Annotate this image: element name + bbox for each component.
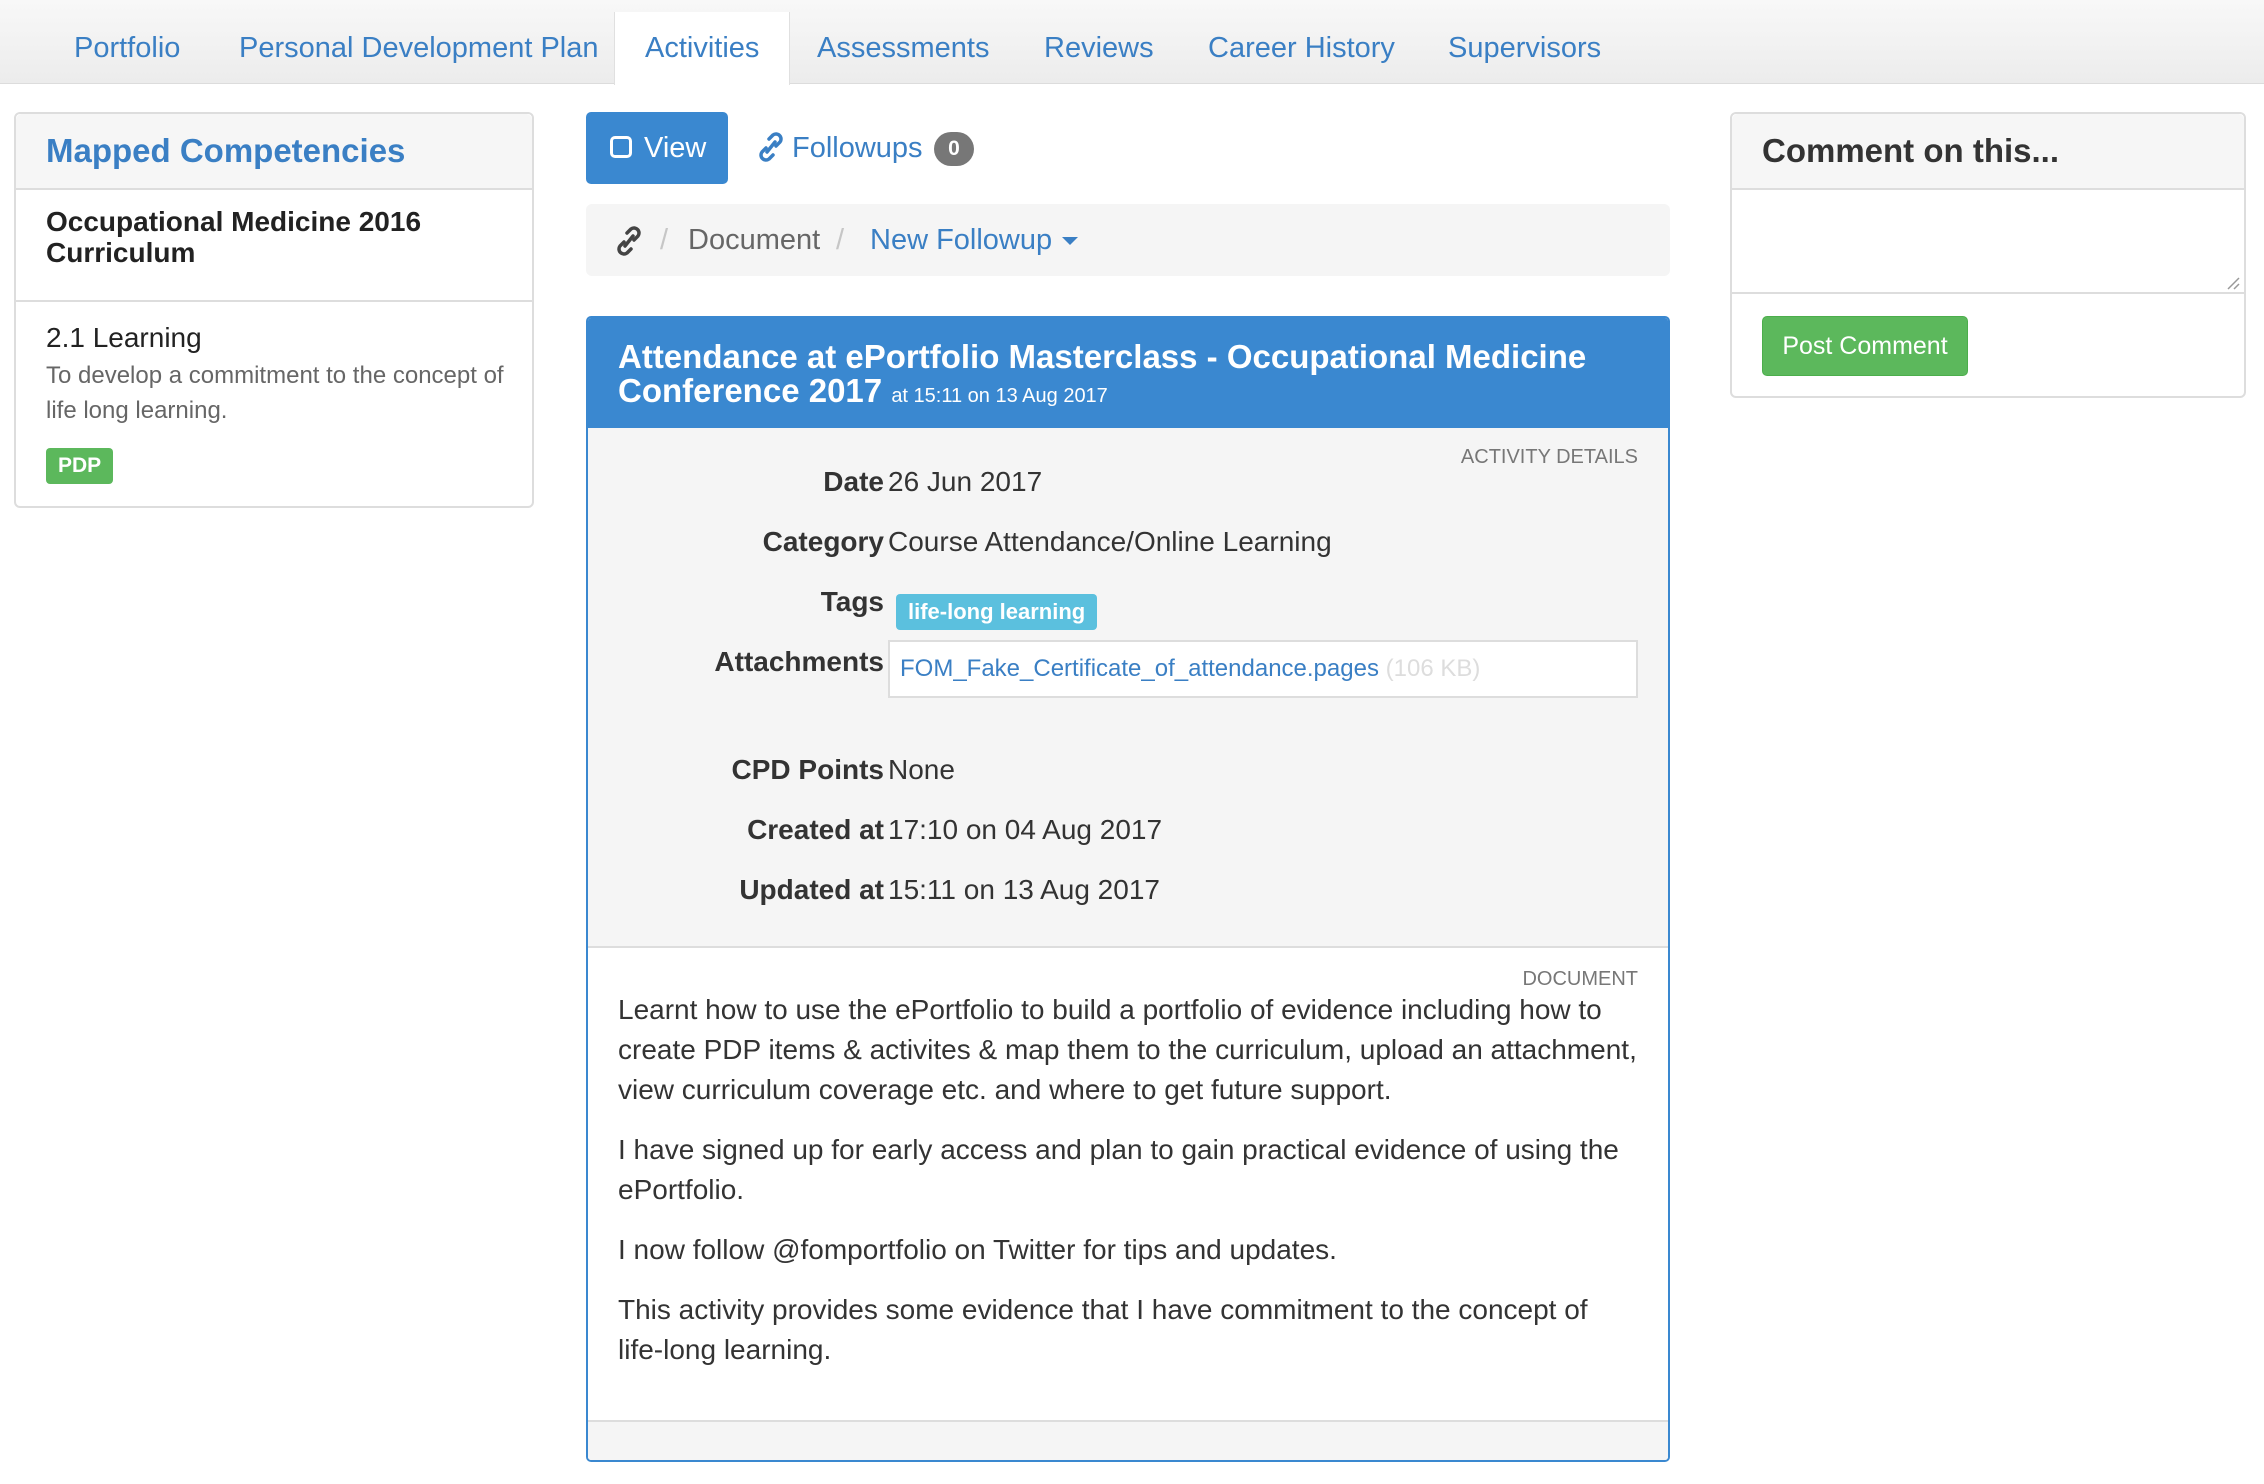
tab-personal-development-plan[interactable]: Personal Development Plan: [239, 12, 598, 84]
pdp-badge: PDP: [46, 448, 114, 484]
tab-activities[interactable]: Activities: [614, 12, 791, 85]
attachments-label: Attachments: [714, 646, 884, 677]
link-icon: [759, 132, 783, 162]
document-section-label: DOCUMENT: [1522, 968, 1638, 990]
document-body: Learnt how to use the ePortfolio to buil…: [618, 990, 1638, 1390]
created-at-value: 17:10 on 04 Aug 2017: [888, 814, 1163, 845]
top-nav: Portfolio Personal Development Plan Acti…: [0, 0, 2264, 85]
activity-footer: [588, 1420, 1668, 1460]
activity-header: Attendance at ePortfolio Masterclass - O…: [588, 318, 1668, 428]
created-at-label: Created at: [747, 814, 884, 845]
activity-timestamp: at 15:11 on 13 Aug 2017: [891, 385, 1108, 407]
link-icon[interactable]: [614, 224, 644, 258]
breadcrumb: / Document / New Followup: [586, 204, 1670, 276]
divider: [16, 300, 532, 302]
curriculum-name: Occupational Medicine 2016 Curriculum: [46, 206, 422, 268]
square-icon: [610, 136, 632, 158]
followups-count-badge: 0: [934, 132, 974, 166]
view-button-label: View: [644, 132, 707, 164]
tab-portfolio[interactable]: Portfolio: [74, 12, 180, 84]
category-value: Course Attendance/Online Learning: [888, 526, 1332, 557]
cpd-points-label: CPD Points: [731, 754, 884, 785]
document-paragraph: I now follow @fomportfolio on Twitter fo…: [618, 1234, 1337, 1265]
breadcrumb-separator: /: [836, 224, 845, 256]
caret-down-icon[interactable]: [1062, 237, 1078, 245]
breadcrumb-separator: /: [660, 224, 669, 256]
tab-supervisors[interactable]: Supervisors: [1448, 12, 1601, 84]
activity-card: Attendance at ePortfolio Masterclass - O…: [586, 316, 1670, 1462]
competency-title: 2.1 Learning: [46, 322, 202, 353]
tags-label: Tags: [820, 586, 884, 617]
cpd-points-value: None: [888, 754, 955, 785]
document-paragraph: This activity provides some evidence tha…: [618, 1294, 1588, 1365]
new-followup-dropdown[interactable]: New Followup: [870, 204, 1052, 276]
tab-assessments[interactable]: Assessments: [817, 12, 989, 84]
tag-badge[interactable]: life-long learning: [896, 594, 1098, 630]
view-button[interactable]: View: [586, 112, 728, 184]
document-paragraph: I have signed up for early access and pl…: [618, 1134, 1619, 1205]
comment-panel-title: Comment on this...: [1762, 132, 2059, 169]
updated-at-value: 15:11 on 13 Aug 2017: [888, 874, 1160, 905]
comment-panel: Comment on this... Post Comment: [1730, 112, 2246, 398]
followups-label: Followups: [792, 132, 923, 164]
mapped-competencies-panel: Mapped Competencies Occupational Medicin…: [14, 112, 534, 508]
attachment-link[interactable]: FOM_Fake_Certificate_of_attendance.pages: [900, 655, 1379, 682]
activity-details-label: ACTIVITY DETAILS: [1460, 446, 1638, 468]
updated-at-label: Updated at: [739, 874, 884, 905]
attachment-box: FOM_Fake_Certificate_of_attendance.pages…: [888, 640, 1638, 698]
date-label: Date: [823, 466, 884, 497]
competency-description: To develop a commitment to the concept o…: [46, 362, 504, 424]
attachment-item: FOM_Fake_Certificate_of_attendance.pages…: [900, 642, 1480, 696]
category-label: Category: [762, 526, 884, 557]
resize-grip-icon[interactable]: [2224, 274, 2240, 290]
tab-reviews[interactable]: Reviews: [1044, 12, 1154, 84]
attachment-size: (106 KB): [1385, 655, 1481, 682]
comment-textarea[interactable]: [1732, 190, 2244, 294]
activity-details: ACTIVITY DETAILS Date 26 Jun 2017 Catego…: [588, 428, 1668, 948]
post-comment-button[interactable]: Post Comment: [1762, 316, 1968, 376]
breadcrumb-document: Document: [688, 224, 821, 256]
tab-career-history[interactable]: Career History: [1208, 12, 1395, 84]
date-value: 26 Jun 2017: [888, 466, 1043, 497]
panel-title[interactable]: Mapped Competencies: [46, 132, 405, 170]
document-paragraph: Learnt how to use the ePortfolio to buil…: [618, 994, 1637, 1105]
activity-title: Attendance at ePortfolio Masterclass - O…: [618, 340, 1618, 413]
